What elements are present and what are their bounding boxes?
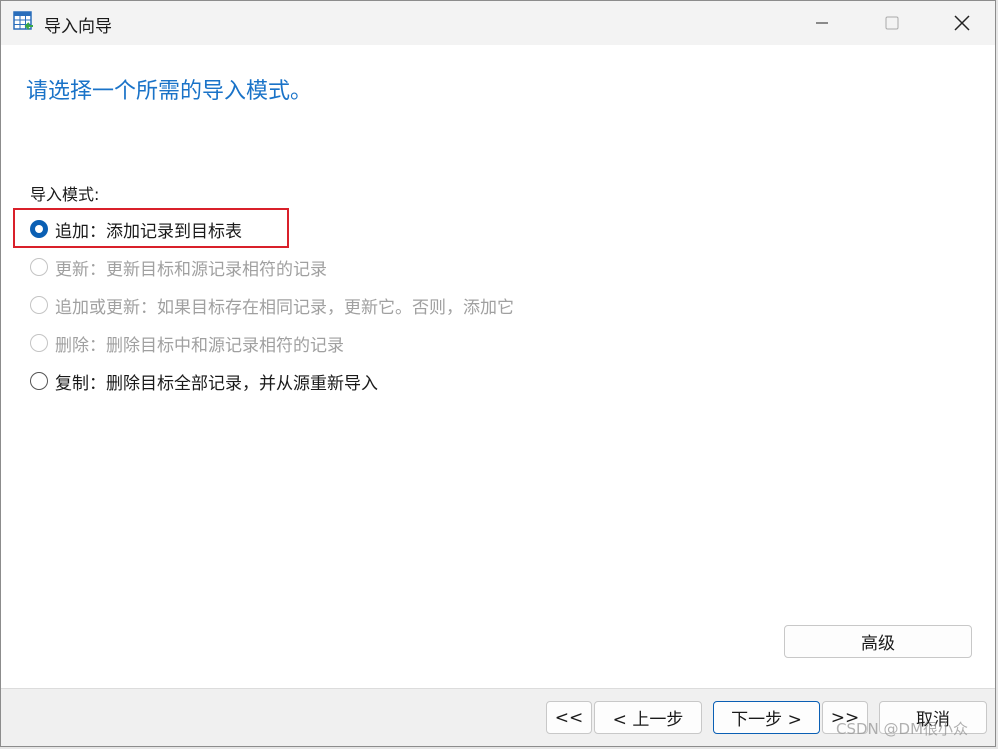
option-label: 删除：删除目标中和源记录相符的记录 bbox=[55, 335, 344, 356]
maximize-button[interactable] bbox=[857, 1, 927, 45]
close-icon bbox=[954, 15, 970, 31]
option-append[interactable]: 追加：添加记录到目标表 bbox=[30, 217, 242, 242]
radio-button bbox=[30, 296, 48, 314]
last-step-button[interactable]: >> bbox=[822, 701, 868, 734]
import-wizard-window: 导入向导 请选择一个所需的导入模式。 导入模式: 追加：添加记录到目标表 更新：… bbox=[0, 0, 996, 747]
first-step-button[interactable]: << bbox=[546, 701, 592, 734]
option-delete: 删除：删除目标中和源记录相符的记录 bbox=[30, 331, 344, 356]
title-bar[interactable]: 导入向导 bbox=[1, 1, 995, 45]
import-mode-label: 导入模式: bbox=[30, 185, 100, 204]
option-label: 追加：添加记录到目标表 bbox=[55, 221, 242, 242]
option-copy[interactable]: 复制：删除目标全部记录，并从源重新导入 bbox=[30, 369, 378, 394]
option-label: 复制：删除目标全部记录，并从源重新导入 bbox=[55, 373, 378, 394]
radio-button[interactable] bbox=[30, 372, 48, 390]
previous-step-button[interactable]: < 上一步 bbox=[594, 701, 702, 734]
maximize-icon bbox=[885, 16, 899, 30]
radio-button[interactable] bbox=[30, 220, 48, 238]
page-heading: 请选择一个所需的导入模式。 bbox=[26, 79, 313, 104]
option-append-or-update: 追加或更新：如果目标存在相同记录，更新它。否则，添加它 bbox=[30, 293, 514, 318]
option-label: 追加或更新：如果目标存在相同记录，更新它。否则，添加它 bbox=[55, 297, 514, 318]
wizard-footer: << < 上一步 下一步 > >> 取消 bbox=[1, 688, 995, 746]
option-label: 更新：更新目标和源记录相符的记录 bbox=[55, 259, 327, 280]
wizard-content: 请选择一个所需的导入模式。 导入模式: 追加：添加记录到目标表 更新：更新目标和… bbox=[1, 45, 995, 688]
radio-button bbox=[30, 258, 48, 276]
window-title: 导入向导 bbox=[44, 17, 112, 37]
minimize-button[interactable] bbox=[787, 1, 857, 45]
radio-button bbox=[30, 334, 48, 352]
close-button[interactable] bbox=[927, 1, 995, 45]
minimize-icon bbox=[816, 22, 828, 24]
table-import-icon bbox=[13, 11, 35, 33]
cancel-button[interactable]: 取消 bbox=[879, 701, 987, 734]
next-step-button[interactable]: 下一步 > bbox=[713, 701, 820, 734]
option-update: 更新：更新目标和源记录相符的记录 bbox=[30, 255, 327, 280]
advanced-button[interactable]: 高级 bbox=[784, 625, 972, 658]
